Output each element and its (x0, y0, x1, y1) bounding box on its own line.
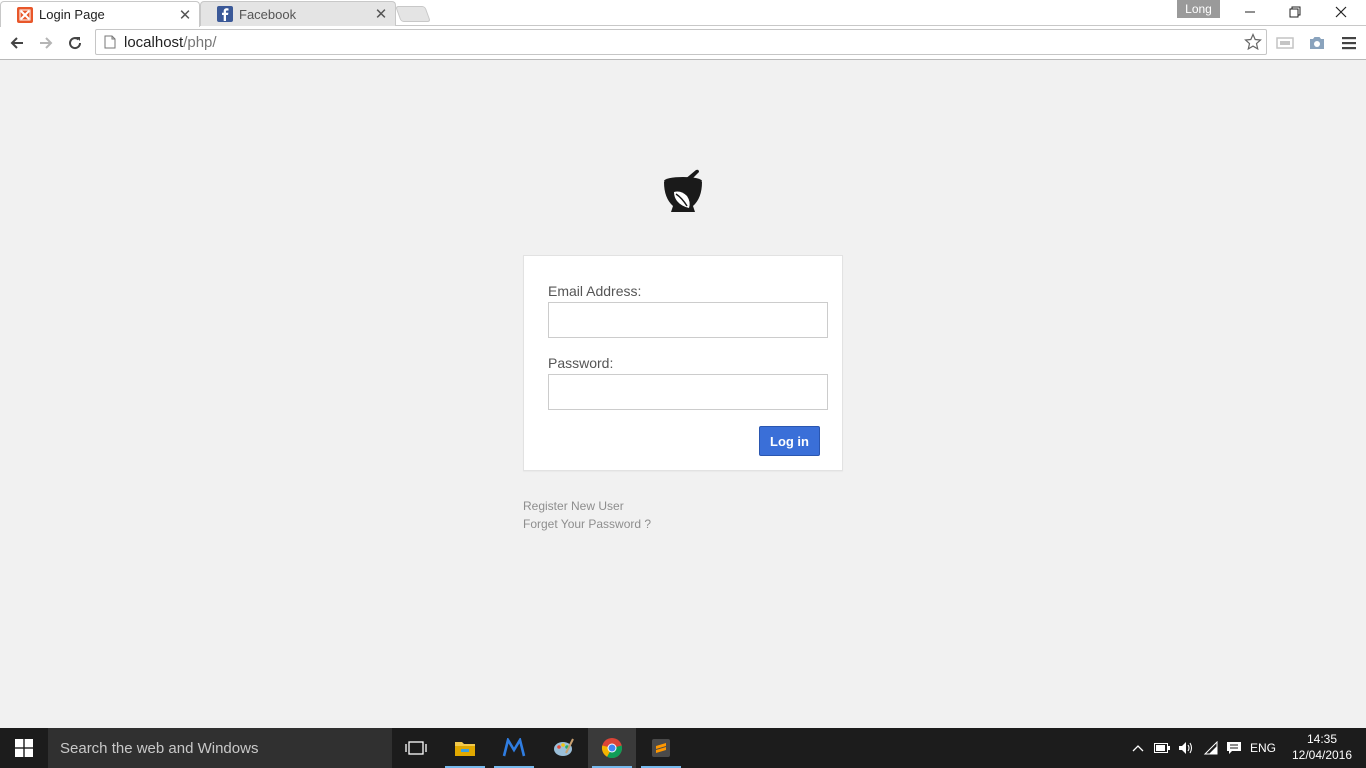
clock-date: 12/04/2016 (1291, 748, 1353, 762)
network-button[interactable] (1200, 728, 1222, 768)
restore-button[interactable] (1272, 0, 1318, 24)
mortar-pestle-logo-icon (659, 166, 707, 216)
close-icon[interactable]: ✕ (373, 6, 389, 23)
minimize-icon (1245, 11, 1255, 13)
close-window-button[interactable] (1318, 0, 1364, 24)
url-host: localhost (124, 33, 184, 51)
chrome-button[interactable] (588, 728, 636, 768)
new-tab-button[interactable] (395, 6, 431, 22)
login-form: Email Address: Password: Log in (523, 255, 843, 471)
close-icon[interactable]: ✕ (177, 7, 193, 24)
url-path: /php/ (183, 33, 217, 51)
login-button[interactable]: Log in (759, 426, 820, 456)
sublime-text-button[interactable] (637, 728, 685, 768)
browser-toolbar: localhost/php/ (0, 26, 1366, 60)
menu-icon[interactable] (1338, 32, 1360, 54)
action-center-button[interactable] (1223, 728, 1245, 768)
clock-time: 14:35 (1306, 732, 1338, 746)
forward-button[interactable] (33, 30, 59, 56)
back-button[interactable] (4, 30, 30, 56)
register-link[interactable]: Register New User (523, 497, 651, 515)
folder-icon (455, 742, 475, 756)
facebook-icon (217, 6, 233, 22)
taskbar-search-box[interactable]: Search the web and Windows (48, 728, 392, 768)
language-button[interactable]: ENG (1248, 728, 1278, 768)
file-explorer-button[interactable] (441, 728, 489, 768)
email-field[interactable] (548, 302, 828, 338)
tab-facebook[interactable]: Facebook ✕ (200, 1, 396, 26)
wifi-icon (1203, 741, 1218, 755)
tab-label: Facebook (239, 6, 297, 22)
auth-links: Register New User Forget Your Password ? (523, 497, 651, 533)
paint-app-button[interactable] (539, 728, 587, 768)
taskbar-clock[interactable]: 14:35 12/04/2016 (1286, 731, 1358, 763)
tab-login-page[interactable]: Login Page ✕ (0, 1, 200, 27)
arrow-left-icon (10, 37, 23, 49)
chevron-up-icon (1132, 745, 1144, 752)
close-icon (1335, 6, 1347, 18)
language-indicator: ENG (1249, 741, 1276, 755)
bookmark-star-icon[interactable] (1244, 33, 1262, 51)
notification-icon (1227, 742, 1241, 754)
extension-cast-icon[interactable] (1274, 32, 1296, 54)
matlab-m-icon (502, 738, 526, 757)
windows-taskbar: Search the web and Windows ENG 14:35 12/… (0, 728, 1366, 768)
chrome-icon (601, 738, 623, 759)
task-view-button[interactable] (392, 728, 440, 768)
reload-icon (69, 37, 82, 50)
matlab-button[interactable] (490, 728, 538, 768)
camera-icon[interactable] (1306, 32, 1328, 54)
battery-icon (1154, 743, 1170, 753)
email-label: Email Address: (548, 283, 642, 299)
password-field[interactable] (548, 374, 828, 410)
volume-button[interactable] (1175, 728, 1197, 768)
password-label: Password: (548, 355, 614, 371)
start-button[interactable] (0, 728, 48, 768)
browser-tab-strip: Login Page ✕ Facebook ✕ Long (0, 0, 1366, 27)
battery-button[interactable] (1151, 728, 1173, 768)
minimize-button[interactable] (1227, 0, 1273, 24)
restore-icon (1289, 6, 1301, 18)
show-hidden-icons-button[interactable] (1128, 728, 1148, 768)
forgot-password-link[interactable]: Forget Your Password ? (523, 515, 651, 533)
speaker-icon (1179, 742, 1193, 754)
reload-button[interactable] (62, 30, 88, 56)
sublime-text-icon (652, 739, 670, 757)
search-placeholder: Search the web and Windows (60, 739, 259, 757)
xampp-icon (17, 6, 33, 23)
windows-logo-icon (15, 739, 33, 757)
page-icon (102, 34, 118, 50)
address-bar[interactable]: localhost/php/ (95, 29, 1267, 55)
tab-label: Login Page (39, 7, 105, 22)
task-view-icon (405, 741, 427, 755)
profile-button[interactable]: Long (1177, 0, 1220, 18)
paint-palette-icon (554, 738, 574, 756)
arrow-right-icon (40, 37, 53, 49)
